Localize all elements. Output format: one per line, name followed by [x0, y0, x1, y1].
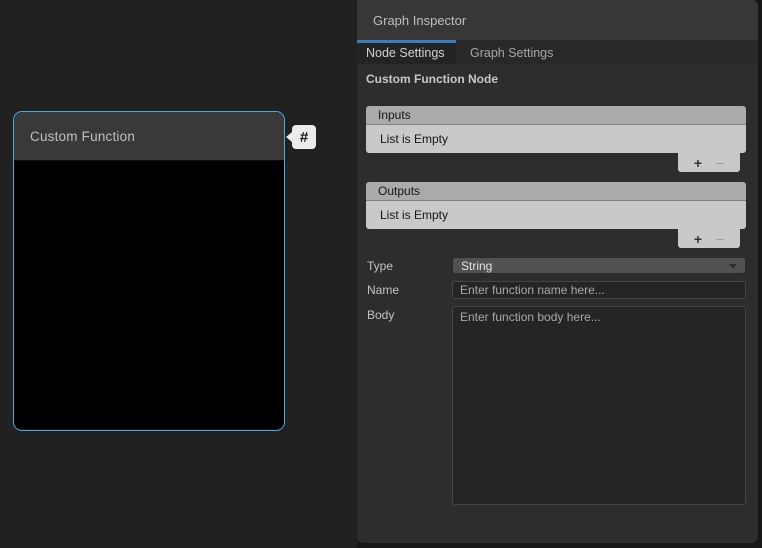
- outputs-list-header[interactable]: Outputs: [366, 182, 746, 201]
- tab-node-settings[interactable]: Node Settings: [357, 40, 456, 64]
- inputs-list: Inputs List is Empty + −: [366, 106, 746, 172]
- inspector-header[interactable]: Graph Inspector: [357, 0, 758, 40]
- badge-tail-icon: [286, 132, 292, 142]
- outputs-list-footer: + −: [366, 229, 746, 248]
- section-title: Custom Function Node: [366, 72, 758, 86]
- outputs-footer-buttons: + −: [678, 229, 740, 248]
- name-row: Name: [367, 281, 746, 299]
- inputs-list-empty-row: List is Empty: [366, 125, 746, 153]
- inspector-title: Graph Inspector: [373, 13, 466, 28]
- function-body-input[interactable]: [452, 306, 746, 505]
- graph-inspector-panel: Graph Inspector Node Settings Graph Sett…: [357, 0, 758, 543]
- body-row: Body: [367, 306, 746, 505]
- inputs-list-header[interactable]: Inputs: [366, 106, 746, 125]
- outputs-add-button[interactable]: +: [694, 232, 702, 246]
- outputs-list-header-label: Outputs: [378, 184, 420, 198]
- node-title: Custom Function: [30, 129, 135, 144]
- outputs-empty-label: List is Empty: [380, 208, 448, 222]
- hash-badge[interactable]: #: [292, 125, 316, 149]
- node-title-bar[interactable]: Custom Function: [14, 112, 284, 161]
- type-dropdown-value: String: [461, 259, 492, 273]
- hash-icon: #: [300, 129, 308, 146]
- name-label: Name: [367, 281, 452, 297]
- inputs-footer-buttons: + −: [678, 153, 740, 172]
- outputs-list-empty-row: List is Empty: [366, 201, 746, 229]
- custom-function-node[interactable]: Custom Function: [13, 111, 285, 431]
- inputs-add-button[interactable]: +: [694, 156, 702, 170]
- outputs-list: Outputs List is Empty + −: [366, 182, 746, 248]
- inputs-list-header-label: Inputs: [378, 108, 411, 122]
- node-preview-area: [14, 161, 284, 429]
- inputs-empty-label: List is Empty: [380, 132, 448, 146]
- tab-node-settings-label: Node Settings: [366, 46, 445, 60]
- inputs-list-footer: + −: [366, 153, 746, 172]
- app-window: Custom Function # Graph Inspector Node S…: [0, 0, 762, 548]
- chevron-down-icon: [729, 264, 737, 269]
- type-row: Type String: [367, 257, 746, 274]
- outputs-remove-button[interactable]: −: [716, 232, 724, 246]
- inspector-tab-bar: Node Settings Graph Settings: [357, 40, 758, 64]
- tab-graph-settings-label: Graph Settings: [470, 46, 553, 60]
- function-name-input[interactable]: [452, 281, 746, 299]
- type-dropdown[interactable]: String: [452, 257, 746, 274]
- function-fields: Type String Name Body: [367, 257, 746, 505]
- type-label: Type: [367, 257, 452, 273]
- tab-graph-settings[interactable]: Graph Settings: [456, 40, 576, 64]
- inputs-remove-button[interactable]: −: [716, 156, 724, 170]
- body-label: Body: [367, 306, 452, 322]
- graph-canvas[interactable]: Custom Function #: [0, 0, 357, 548]
